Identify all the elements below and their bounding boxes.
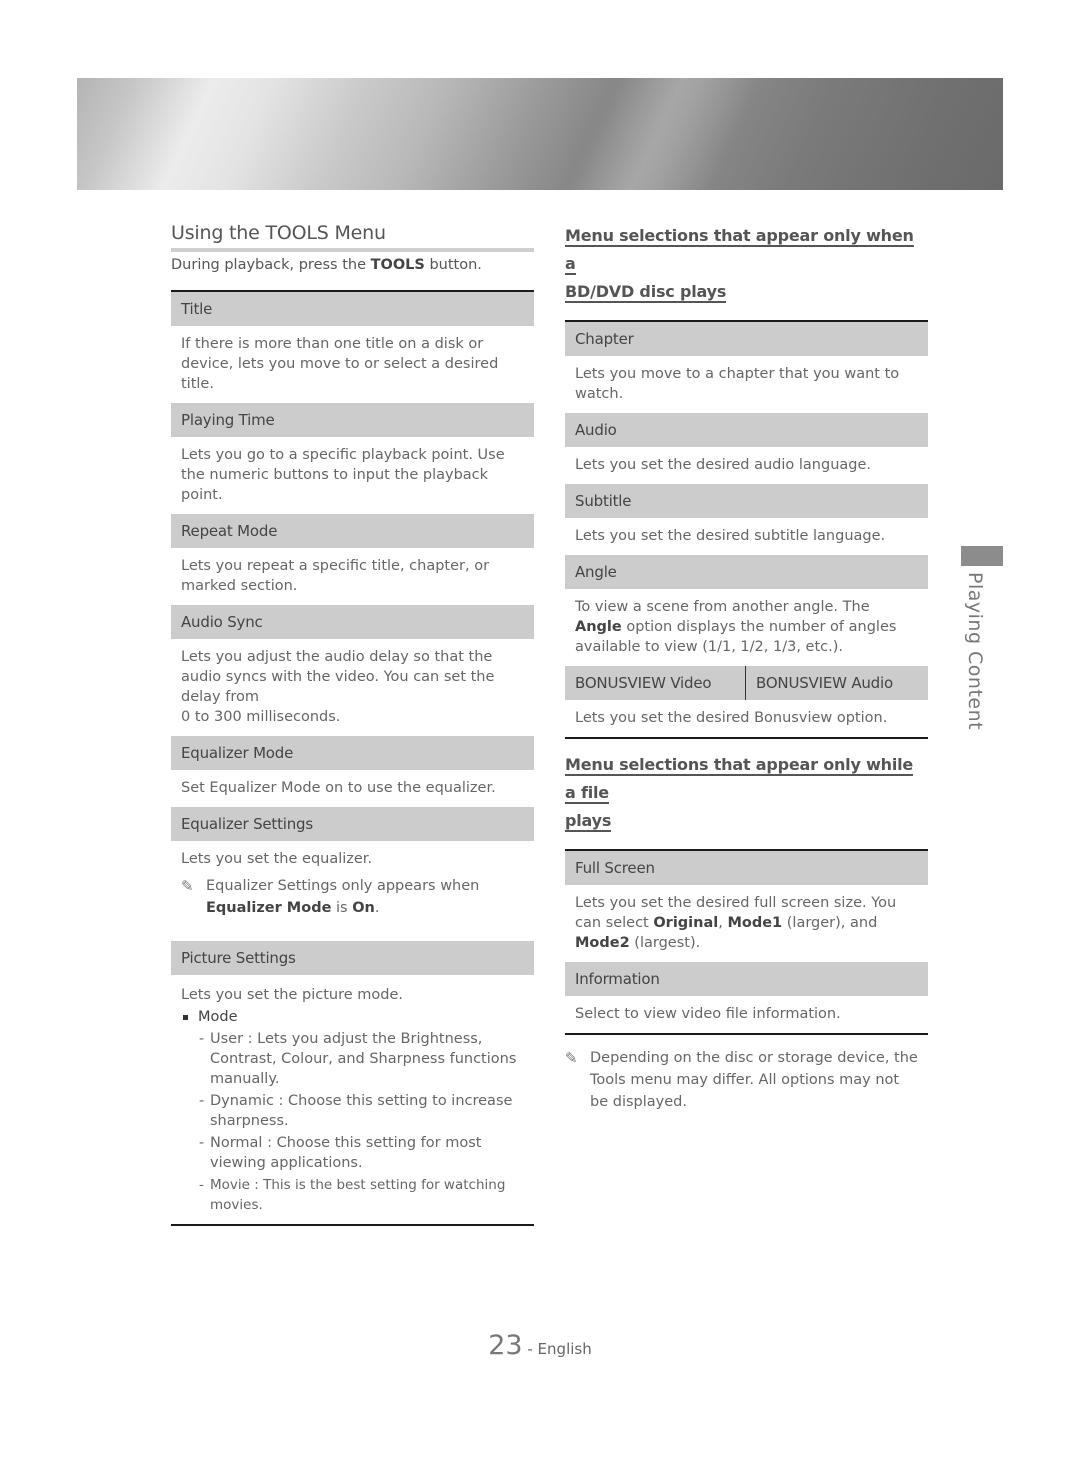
row-body-playing-time: Lets you go to a specific playback point… xyxy=(181,447,505,503)
mode-item-text: User : Lets you adjust the Brightness, C… xyxy=(210,1031,517,1087)
header-banner xyxy=(77,78,1003,190)
disc-menu-section: Menu selections that appear only when a B… xyxy=(565,222,928,1122)
note-bold-1: Equalizer Mode xyxy=(206,900,332,916)
row-head-bonusview: BONUSVIEW Video BONUSVIEW Audio xyxy=(565,666,928,700)
row-body-audio: Lets you set the desired audio language. xyxy=(575,457,872,473)
dash-icon: - xyxy=(199,1177,204,1193)
angle-pre: To view a scene from another angle. The xyxy=(575,599,870,615)
row-body-picture-settings: Lets you set the picture mode. Mode - Use… xyxy=(171,975,534,1224)
tools-menu-section: Using the TOOLS Menu During playback, pr… xyxy=(171,222,534,1226)
row-head-full-screen: Full Screen xyxy=(565,851,928,885)
dash-icon: - xyxy=(199,1093,205,1109)
tools-table: Title If there is more than one title on… xyxy=(171,290,534,1226)
chapter-tab-marker xyxy=(961,546,1003,566)
audio-sync-range: 0 to 300 milliseconds. xyxy=(181,709,341,725)
intro-bold: TOOLS xyxy=(370,257,425,273)
chapter-side-label: Playing Content xyxy=(964,572,986,731)
row-body-angle: To view a scene from another angle. The … xyxy=(565,589,928,666)
page-footer: 23 - English xyxy=(0,1330,1080,1361)
intro-pre: During playback, press the xyxy=(171,257,371,273)
file-heading-line-2: plays xyxy=(565,811,612,832)
row-head-angle: Angle xyxy=(565,555,928,589)
disc-table: Chapter Lets you move to a chapter that … xyxy=(565,320,928,739)
tools-note-text: Depending on the disc or storage device,… xyxy=(590,1050,918,1110)
note-mid: is xyxy=(331,900,353,916)
equalizer-note-text: Equalizer Settings only appears when Equ… xyxy=(206,875,524,919)
row-body-bonusview: Lets you set the desired Bonusview optio… xyxy=(575,710,888,726)
page-language: - English xyxy=(522,1340,592,1358)
fs-bold-mode1: Mode1 xyxy=(727,915,783,931)
row-head-picture-settings: Picture Settings xyxy=(171,941,534,975)
section-title: Using the TOOLS Menu xyxy=(171,222,534,252)
fs-bold-mode2: Mode2 xyxy=(575,935,630,951)
fs-bold-original: Original xyxy=(653,915,719,931)
audio-sync-text: Lets you adjust the audio delay so that … xyxy=(181,649,495,705)
pencil-note-icon: ✎ xyxy=(565,1049,578,1067)
disc-heading-line-1: Menu selections that appear only when a xyxy=(565,226,914,275)
note-bold-2: On xyxy=(352,900,375,916)
mode-item-text: Dynamic : Choose this setting to increas… xyxy=(210,1093,513,1129)
mode-item-text: Movie : This is the best setting for wat… xyxy=(210,1177,506,1213)
row-head-repeat-mode: Repeat Mode xyxy=(171,514,534,548)
fs-mid: (larger), and xyxy=(782,915,878,931)
row-body-repeat-mode: Lets you repeat a specific title, chapte… xyxy=(181,558,490,594)
mode-item-user: - User : Lets you adjust the Brightness, … xyxy=(199,1029,524,1089)
angle-post: option displays the number of angles ava… xyxy=(575,619,897,655)
file-heading-line-1: Menu selections that appear only while a… xyxy=(565,755,914,804)
file-table: Full Screen Lets you set the desired ful… xyxy=(565,849,928,1035)
row-head-information: Information xyxy=(565,962,928,996)
dash-icon: - xyxy=(199,1135,205,1151)
row-body-equalizer-settings: Lets you set the equalizer. ✎ Equalizer … xyxy=(171,841,534,941)
bonusview-video-label: BONUSVIEW Video xyxy=(565,666,746,700)
row-body-subtitle: Lets you set the desired subtitle langua… xyxy=(575,528,886,544)
square-bullet-icon xyxy=(183,1014,188,1020)
mode-item-movie: - Movie : This is the best setting for wa… xyxy=(199,1175,524,1215)
tools-note: ✎ Depending on the disc or storage devic… xyxy=(565,1039,928,1122)
note-post: . xyxy=(374,900,380,916)
row-head-playing-time: Playing Time xyxy=(171,403,534,437)
disc-heading-line-2: BD/DVD disc plays xyxy=(565,282,727,303)
bonusview-audio-label: BONUSVIEW Audio xyxy=(756,674,893,692)
pencil-note-icon: ✎ xyxy=(181,877,194,895)
row-head-subtitle: Subtitle xyxy=(565,484,928,518)
fs-post: (largest). xyxy=(629,935,701,951)
intro-post: button. xyxy=(424,257,482,273)
equalizer-note: ✎ Equalizer Settings only appears when E… xyxy=(181,875,524,919)
picture-settings-text: Lets you set the picture mode. xyxy=(181,987,404,1003)
row-head-equalizer-settings: Equalizer Settings xyxy=(171,807,534,841)
row-head-title: Title xyxy=(171,292,534,326)
row-body-equalizer-mode: Set Equalizer Mode on to use the equaliz… xyxy=(181,780,496,796)
row-head-audio: Audio xyxy=(565,413,928,447)
equalizer-settings-text: Lets you set the equalizer. xyxy=(181,851,373,867)
row-body-full-screen: Lets you set the desired full screen siz… xyxy=(565,885,928,962)
mode-bullet: Mode xyxy=(181,1007,524,1027)
row-body-title: If there is more than one title on a dis… xyxy=(181,336,499,392)
page-number: 23 xyxy=(488,1330,523,1361)
angle-bold: Angle xyxy=(575,619,622,635)
row-body-chapter: Lets you move to a chapter that you want… xyxy=(575,366,900,402)
row-body-information: Select to view video file information. xyxy=(575,1006,841,1022)
disc-heading: Menu selections that appear only when a B… xyxy=(565,222,928,306)
file-heading: Menu selections that appear only while a… xyxy=(565,751,928,835)
row-body-audio-sync: Lets you adjust the audio delay so that … xyxy=(171,639,534,736)
note-pre: Equalizer Settings only appears when xyxy=(206,878,480,894)
mode-item-normal: - Normal : Choose this setting for most v… xyxy=(199,1133,524,1173)
dash-icon: - xyxy=(199,1031,205,1047)
mode-item-dynamic: - Dynamic : Choose this setting to increa… xyxy=(199,1091,524,1131)
mode-item-text: Normal : Choose this setting for most vi… xyxy=(210,1135,482,1171)
mode-label: Mode xyxy=(198,1009,238,1025)
intro-text: During playback, press the TOOLS button. xyxy=(171,254,534,276)
row-head-audio-sync: Audio Sync xyxy=(171,605,534,639)
row-head-chapter: Chapter xyxy=(565,322,928,356)
row-head-equalizer-mode: Equalizer Mode xyxy=(171,736,534,770)
